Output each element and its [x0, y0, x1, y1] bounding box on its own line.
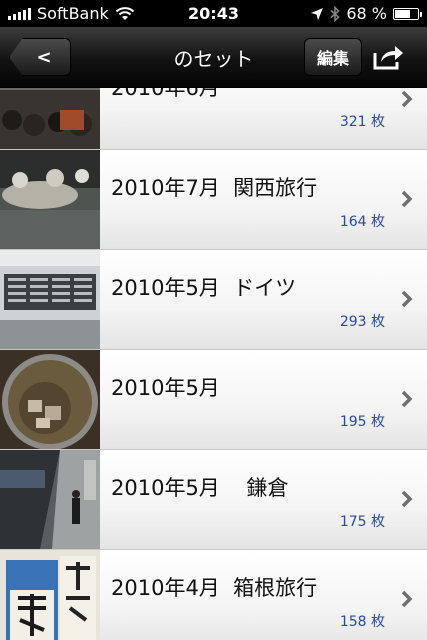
photo-count: 293 枚 — [339, 314, 385, 330]
back-button[interactable]: < — [9, 38, 71, 76]
status-right: 68 % — [310, 4, 422, 23]
set-title: 2010年5月 鎌倉 — [111, 476, 289, 500]
set-title: 2010年7月 関西旅行 — [111, 176, 318, 200]
photo-count: 164 枚 — [339, 214, 385, 230]
wifi-icon — [115, 6, 134, 20]
set-thumbnail — [0, 550, 100, 640]
set-title: 2010年4月 箱根旅行 — [111, 576, 318, 600]
set-thumbnail — [0, 350, 100, 449]
chevron-right-icon — [401, 590, 413, 608]
list-item[interactable]: 2010年4月 箱根旅行 158 枚 — [0, 550, 427, 640]
set-thumbnail — [0, 250, 100, 349]
photo-set-list[interactable]: 2010年6月 321 枚 2010年7月 関西旅行 164 枚 2010年5月… — [0, 88, 427, 640]
set-title: 2010年6月 — [111, 88, 220, 100]
battery-icon — [393, 7, 422, 20]
set-title: 2010年5月 ドイツ — [111, 276, 297, 300]
list-item[interactable]: 2010年6月 321 枚 — [0, 88, 427, 150]
chevron-right-icon — [401, 190, 413, 208]
signal-strength-icon — [8, 7, 31, 20]
list-item[interactable]: 2010年5月 195 枚 — [0, 350, 427, 450]
bluetooth-icon — [330, 5, 340, 22]
list-item[interactable]: 2010年5月 ドイツ 293 枚 — [0, 250, 427, 350]
edit-button[interactable]: 編集 — [304, 38, 362, 76]
chevron-right-icon — [401, 490, 413, 508]
photo-count: 175 枚 — [339, 514, 385, 530]
chevron-right-icon — [401, 390, 413, 408]
photo-count: 158 枚 — [339, 614, 385, 630]
share-icon — [373, 46, 403, 70]
chevron-right-icon — [401, 90, 413, 108]
carrier-name: SoftBank — [37, 4, 109, 23]
set-thumbnail — [0, 450, 100, 549]
photo-set-rows: 2010年6月 321 枚 2010年7月 関西旅行 164 枚 2010年5月… — [0, 88, 427, 640]
photo-count: 195 枚 — [339, 414, 385, 430]
set-thumbnail — [0, 150, 100, 249]
battery-level-fill — [395, 9, 410, 18]
set-title: 2010年5月 — [111, 376, 220, 400]
page-title: のセット — [173, 47, 254, 71]
photo-count: 321 枚 — [339, 114, 385, 130]
list-item[interactable]: 2010年5月 鎌倉 175 枚 — [0, 450, 427, 550]
set-thumbnail — [0, 88, 100, 149]
navigation-bar: < のセット 編集 — [0, 27, 427, 88]
location-arrow-icon — [311, 7, 324, 20]
chevron-right-icon — [401, 290, 413, 308]
list-item[interactable]: 2010年7月 関西旅行 164 枚 — [0, 150, 427, 250]
battery-percentage: 68 % — [346, 4, 387, 23]
status-left: SoftBank — [8, 4, 135, 23]
status-bar: SoftBank 20:43 68 % — [0, 0, 427, 27]
share-button[interactable] — [368, 38, 408, 76]
